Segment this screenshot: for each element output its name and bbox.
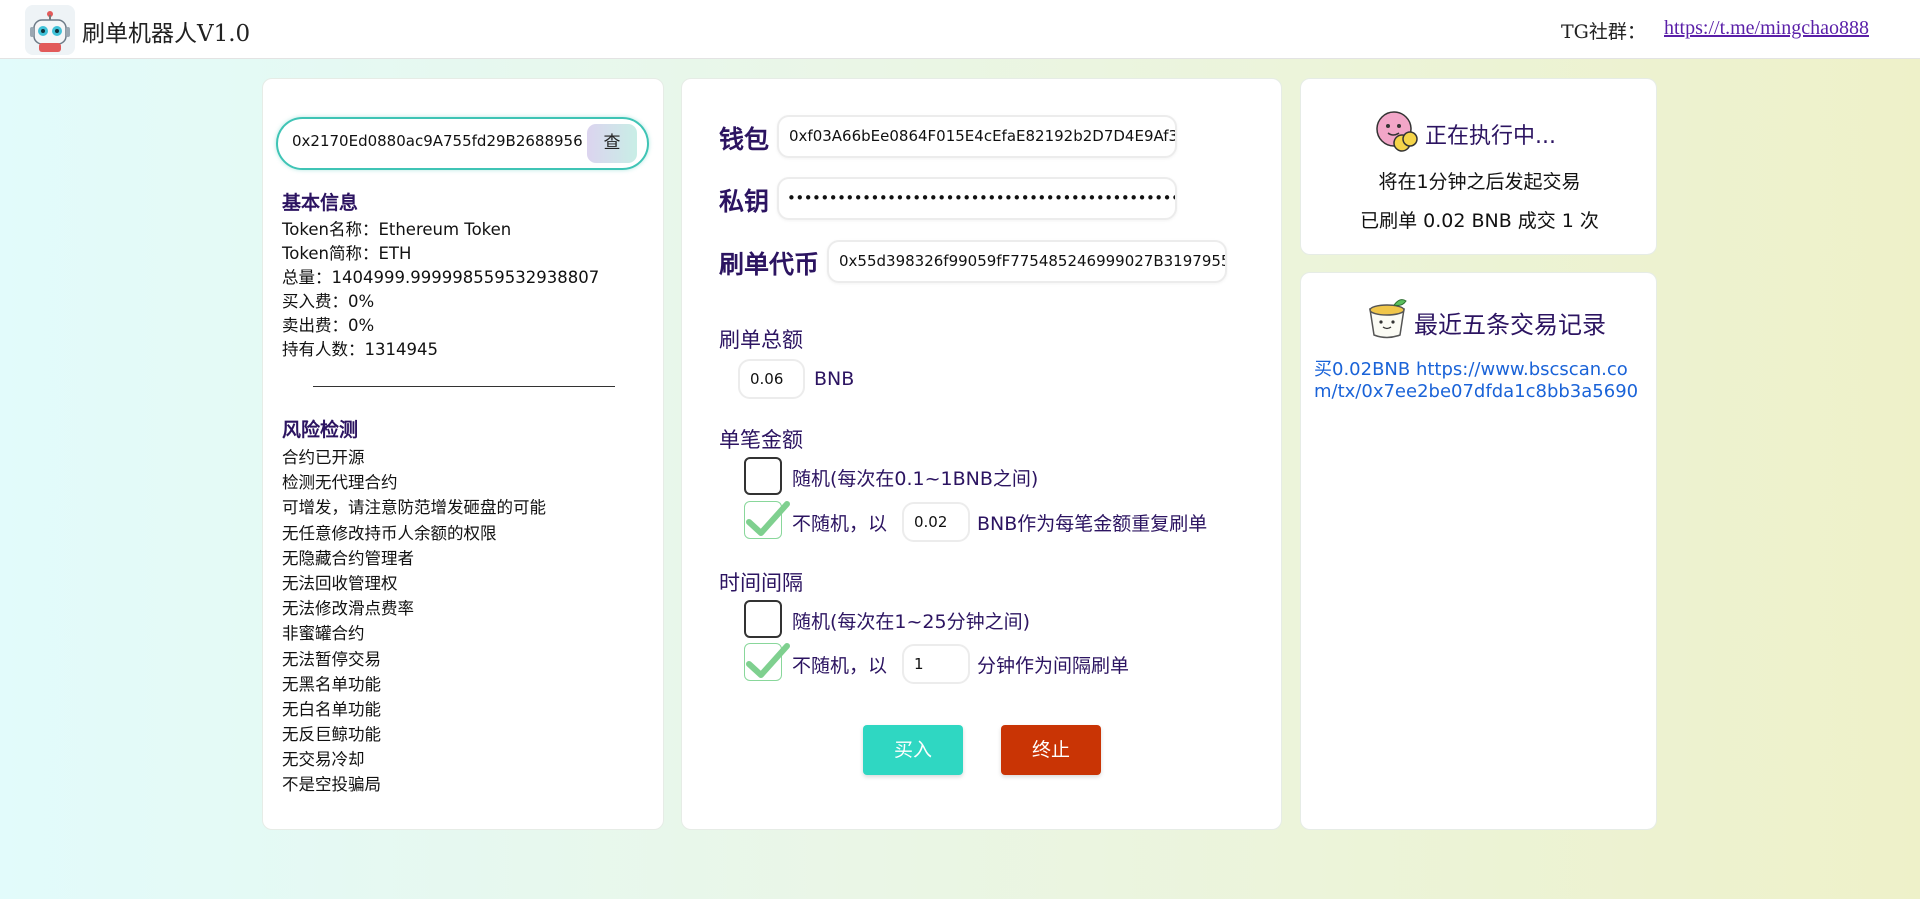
interval-fixed-checkbox[interactable] bbox=[744, 643, 790, 681]
amount-fixed-suffix: BNB作为每笔金额重复刷单 bbox=[977, 513, 1208, 535]
top-header: 刷单机器人V1.0 TG社群： https://t.me/mingchao888 bbox=[0, 0, 1920, 59]
risk-item: 检测无代理合约 bbox=[282, 473, 398, 493]
risk-check-title: 风险检测 bbox=[282, 419, 359, 441]
risk-item: 无交易冷却 bbox=[282, 750, 365, 770]
basic-info-title: 基本信息 bbox=[282, 192, 359, 214]
risk-item: 合约已开源 bbox=[282, 448, 365, 467]
records-title: 最近五条交易记录 bbox=[1414, 311, 1606, 339]
token-label: 刷单代币 bbox=[719, 250, 820, 279]
risk-item: 无法暂停交易 bbox=[282, 649, 381, 669]
status-panel: 正在执行中... 将在1分钟之后发起交易 已刷单 0.02 BNB 成交 1 次 bbox=[1300, 78, 1657, 255]
wallet-label: 钱包 bbox=[719, 125, 770, 154]
basic-info-item: 总量：1404999.999998559532938807 bbox=[282, 268, 600, 287]
risk-check-list: 合约已开源 检测无代理合约 可增发，请注意防范增发砸盘的可能 无任意修改持币人余… bbox=[282, 445, 546, 798]
risk-item: 无任意修改持币人余额的权限 bbox=[282, 523, 497, 543]
app-title: 刷单机器人V1.0 bbox=[82, 21, 251, 47]
order-config-panel: 钱包 0xf03A66bEe0864F015E4cEfaE82192b2D7D4… bbox=[681, 78, 1282, 830]
risk-item: 非蜜罐合约 bbox=[282, 624, 365, 644]
interval-fixed-suffix: 分钟作为间隔刷单 bbox=[977, 655, 1130, 677]
amount-random-text: 随机(每次在0.1~1BNB之间) bbox=[792, 468, 1039, 490]
records-panel: 最近五条交易记录 买0.02BNB https://www.bscscan.co… bbox=[1300, 272, 1657, 830]
amount-fixed-input[interactable]: 0.02 bbox=[902, 502, 970, 542]
wallet-input[interactable]: 0xf03A66bEe0864F015E4cEfaE82192b2D7D4E9A… bbox=[777, 115, 1177, 158]
total-amount-label: 刷单总额 bbox=[719, 328, 803, 352]
basic-info-item: 买入费：0% bbox=[282, 292, 375, 311]
single-amount-label: 单笔金额 bbox=[719, 428, 803, 452]
total-unit: BNB bbox=[814, 368, 855, 390]
search-bar: 0x2170Ed0880ac9A755fd29B2688956BD959F933… bbox=[276, 117, 649, 170]
buy-button[interactable]: 买入 bbox=[863, 725, 963, 775]
robot-logo-icon bbox=[25, 5, 75, 55]
interval-fixed-input[interactable]: 1 bbox=[902, 644, 970, 684]
tea-cup-icon bbox=[1364, 295, 1410, 345]
token-info-panel: 0x2170Ed0880ac9A755fd29B2688956BD959F933… bbox=[262, 78, 664, 830]
risk-item: 无隐藏合约管理者 bbox=[282, 548, 414, 568]
status-title: 正在执行中... bbox=[1425, 124, 1556, 149]
basic-info-item: Token简称：ETH bbox=[282, 244, 412, 263]
token-address-input[interactable]: 0x2170Ed0880ac9A755fd29B2688956BD959F933… bbox=[292, 132, 582, 156]
interval-label: 时间间隔 bbox=[719, 571, 803, 595]
record-link[interactable]: 买0.02BNB https://www.bscscan.com/tx/0x7e… bbox=[1314, 359, 1644, 403]
coin-pig-icon bbox=[1374, 109, 1420, 159]
status-summary: 已刷单 0.02 BNB 成交 1 次 bbox=[1360, 210, 1599, 232]
divider bbox=[313, 386, 615, 387]
token-input[interactable]: 0x55d398326f99059fF775485246999027B31979… bbox=[827, 240, 1227, 283]
basic-info-list: Token名称：Ethereum Token Token简称：ETH 总量：14… bbox=[282, 218, 599, 362]
stop-button[interactable]: 终止 bbox=[1001, 725, 1101, 775]
search-button[interactable]: 查 bbox=[587, 124, 637, 163]
risk-item: 无反巨鲸功能 bbox=[282, 725, 381, 745]
risk-item: 不是空投骗局 bbox=[282, 775, 381, 795]
risk-item: 无法回收管理权 bbox=[282, 573, 398, 593]
interval-fixed-prefix: 不随机，以 bbox=[792, 655, 888, 677]
risk-item: 无白名单功能 bbox=[282, 699, 381, 719]
amount-fixed-checkbox[interactable] bbox=[744, 501, 790, 539]
total-amount-input[interactable]: 0.06 bbox=[738, 359, 805, 399]
private-key-label: 私钥 bbox=[719, 187, 770, 216]
basic-info-item: 卖出费：0% bbox=[282, 316, 375, 335]
tg-link[interactable]: https://t.me/mingchao888 bbox=[1664, 17, 1869, 40]
check-icon bbox=[746, 643, 790, 678]
risk-item: 无法修改滑点费率 bbox=[282, 599, 414, 619]
status-next-trade: 将在1分钟之后发起交易 bbox=[1378, 171, 1581, 193]
check-icon bbox=[746, 501, 790, 536]
risk-item: 无黑名单功能 bbox=[282, 674, 381, 694]
interval-random-text: 随机(每次在1~25分钟之间) bbox=[792, 611, 1031, 633]
amount-random-checkbox[interactable] bbox=[744, 457, 782, 495]
interval-random-checkbox[interactable] bbox=[744, 600, 782, 638]
private-key-input[interactable]: ••••••••••••••••••••••••••••••••••••••••… bbox=[777, 177, 1177, 220]
amount-fixed-prefix: 不随机，以 bbox=[792, 513, 888, 535]
risk-item: 可增发，请注意防范增发砸盘的可能 bbox=[282, 498, 546, 518]
tg-label: TG社群： bbox=[1561, 21, 1646, 43]
basic-info-item: 持有人数：1314945 bbox=[282, 340, 438, 359]
basic-info-item: Token名称：Ethereum Token bbox=[282, 220, 512, 239]
